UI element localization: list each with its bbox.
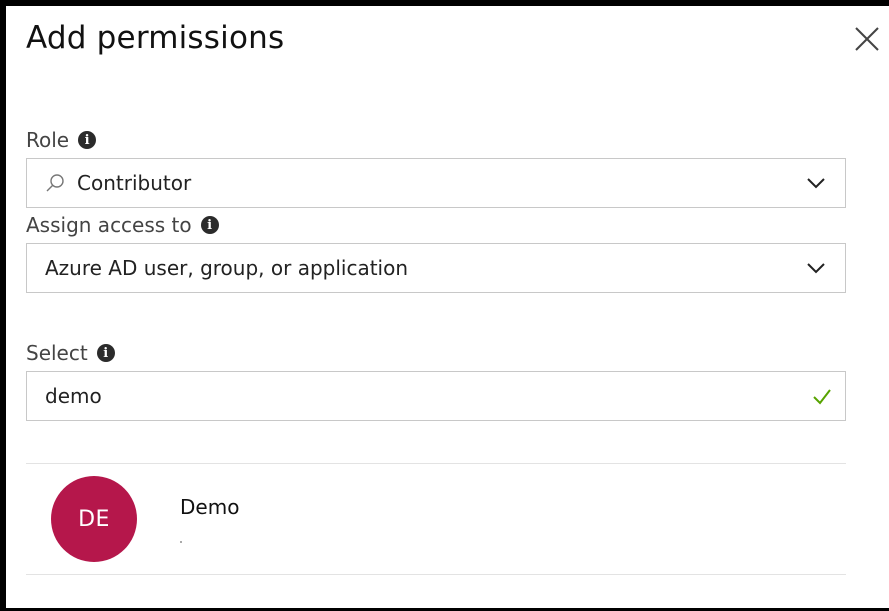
role-value: Contributor: [77, 171, 192, 195]
select-input[interactable]: demo: [26, 371, 846, 421]
results-divider-top: [26, 463, 846, 464]
checkmark-icon: [813, 389, 831, 405]
assign-access-dropdown[interactable]: Azure AD user, group, or application: [26, 243, 846, 293]
select-label: Select i: [26, 341, 115, 365]
results-divider-bottom: [26, 574, 846, 575]
chevron-down-icon[interactable]: [805, 257, 827, 279]
info-icon[interactable]: i: [96, 344, 115, 362]
info-icon[interactable]: i: [78, 131, 97, 149]
result-name[interactable]: Demo: [180, 495, 239, 519]
result-subtitle: [180, 541, 182, 543]
avatar[interactable]: DE: [51, 476, 137, 562]
info-icon[interactable]: i: [200, 216, 219, 234]
assign-access-label: Assign access to i: [26, 213, 219, 237]
select-input-value[interactable]: demo: [27, 384, 811, 408]
role-label-text: Role: [26, 128, 70, 152]
close-icon[interactable]: [852, 24, 882, 54]
role-dropdown[interactable]: Contributor: [26, 158, 846, 208]
assign-access-value: Azure AD user, group, or application: [45, 256, 409, 280]
role-label: Role i: [26, 128, 97, 152]
select-label-text: Select: [26, 341, 88, 365]
assign-access-label-text: Assign access to: [26, 213, 192, 237]
chevron-down-icon[interactable]: [805, 172, 827, 194]
search-icon: [46, 174, 64, 192]
panel-title: Add permissions: [26, 20, 285, 56]
